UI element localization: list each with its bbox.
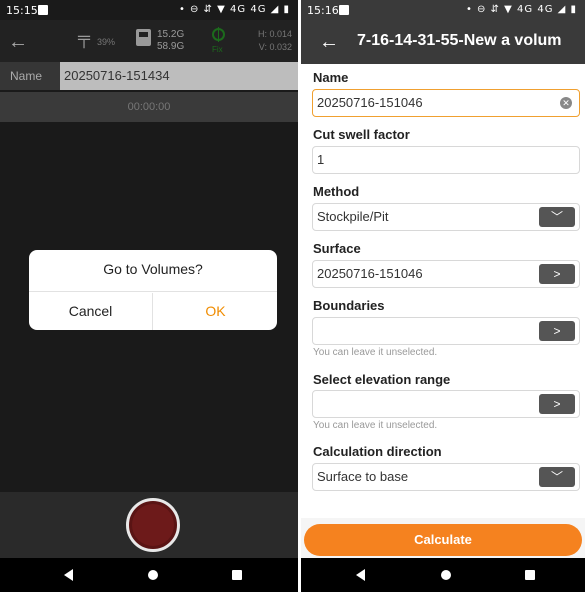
status-time: 15:16 xyxy=(307,4,339,17)
elevation-range-label: Select elevation range xyxy=(313,372,451,387)
elevation-range-hint: You can leave it unselected. xyxy=(313,420,438,431)
boundaries-select[interactable]: > xyxy=(312,317,580,345)
calc-direction-label: Calculation direction xyxy=(313,444,442,459)
name-label: Name xyxy=(0,62,60,90)
survey-toolbar: ← ╤ 39% 15.2G 58.9G Fix H: 0.014 V: 0.03… xyxy=(0,20,298,62)
name-bar: Name 20250716-151434 xyxy=(0,62,298,90)
notification-icon xyxy=(38,5,48,15)
system-nav-bar xyxy=(0,558,298,592)
cut-swell-value: 1 xyxy=(317,152,325,167)
system-nav-bar xyxy=(301,558,585,592)
recording-timer: 00:00:00 xyxy=(0,92,298,122)
status-bar: 15:16 • ⊖ ⇵ ▼ 4G 4G ◢ ▮ xyxy=(301,0,585,20)
boundaries-hint: You can leave it unselected. xyxy=(313,347,438,358)
calc-direction-select[interactable]: Surface to base ﹀ xyxy=(312,463,580,491)
elevation-range-select[interactable]: > xyxy=(312,390,580,418)
chevron-down-icon[interactable]: ﹀ xyxy=(539,207,575,227)
sd-card-icon xyxy=(136,29,151,46)
name-input[interactable]: 20250716-151046 ✕ xyxy=(312,89,580,117)
status-bar: 15:15 • ⊖ ⇵ ▼ 4G 4G ◢ ▮ xyxy=(0,0,298,20)
gnss-fix-icon xyxy=(212,27,225,42)
notification-icon xyxy=(339,5,349,15)
left-screen: 15:15 • ⊖ ⇵ ▼ 4G 4G ◢ ▮ ← ╤ 39% 15.2G 58… xyxy=(0,0,298,592)
boundaries-label: Boundaries xyxy=(313,298,385,313)
nav-recents-icon[interactable] xyxy=(525,570,535,580)
method-value: Stockpile/Pit xyxy=(317,209,389,224)
clear-icon[interactable]: ✕ xyxy=(560,97,572,109)
battery-percent: 39% xyxy=(97,37,116,47)
name-value: 20250716-151046 xyxy=(317,95,423,110)
memory-used: 15.2G xyxy=(157,29,185,40)
surface-value: 20250716-151046 xyxy=(317,266,423,281)
cut-swell-input[interactable]: 1 xyxy=(312,146,580,174)
fix-status: Fix xyxy=(212,45,223,54)
antenna-icon: ╤ xyxy=(78,28,91,47)
title-bar: ← 7-16-14-31-55-New a volum xyxy=(301,20,585,64)
status-time: 15:15 xyxy=(6,4,38,17)
go-to-volumes-dialog: Go to Volumes? Cancel OK xyxy=(29,250,277,330)
nav-home-icon[interactable] xyxy=(441,570,451,580)
v-precision: V: 0.032 xyxy=(258,42,292,52)
status-icons: • ⊖ ⇵ ▼ 4G 4G ◢ ▮ xyxy=(178,4,290,15)
record-bar xyxy=(0,492,298,558)
cancel-button[interactable]: Cancel xyxy=(29,293,153,330)
dialog-title: Go to Volumes? xyxy=(29,250,277,292)
cut-swell-label: Cut swell factor xyxy=(313,127,410,142)
calc-direction-value: Surface to base xyxy=(317,469,409,484)
status-icons: • ⊖ ⇵ ▼ 4G 4G ◢ ▮ xyxy=(465,4,577,15)
surface-label: Surface xyxy=(313,241,361,256)
back-arrow-icon[interactable]: ← xyxy=(319,32,339,52)
ok-button[interactable]: OK xyxy=(154,293,277,330)
method-label: Method xyxy=(313,184,360,199)
record-button[interactable] xyxy=(126,498,180,552)
chevron-right-icon[interactable]: > xyxy=(539,321,575,341)
name-label: Name xyxy=(313,70,349,85)
chevron-down-icon[interactable]: ﹀ xyxy=(539,467,575,487)
chevron-right-icon[interactable]: > xyxy=(539,264,575,284)
h-precision: H: 0.014 xyxy=(257,29,292,39)
volume-form: Name 20250716-151046 ✕ Cut swell factor … xyxy=(301,64,585,558)
chevron-right-icon[interactable]: > xyxy=(539,394,575,414)
nav-back-icon[interactable] xyxy=(64,569,73,581)
method-select[interactable]: Stockpile/Pit ﹀ xyxy=(312,203,580,231)
memory-total: 58.9G xyxy=(157,41,185,52)
nav-back-icon[interactable] xyxy=(356,569,365,581)
name-input[interactable]: 20250716-151434 xyxy=(60,62,298,90)
calculate-button[interactable]: Calculate xyxy=(304,524,582,556)
right-screen: 15:16 • ⊖ ⇵ ▼ 4G 4G ◢ ▮ ← 7-16-14-31-55-… xyxy=(301,0,585,592)
nav-recents-icon[interactable] xyxy=(232,570,242,580)
surface-select[interactable]: 20250716-151046 > xyxy=(312,260,580,288)
back-arrow-icon[interactable]: ← xyxy=(8,32,28,52)
page-title: 7-16-14-31-55-New a volum xyxy=(357,32,562,49)
nav-home-icon[interactable] xyxy=(148,570,158,580)
